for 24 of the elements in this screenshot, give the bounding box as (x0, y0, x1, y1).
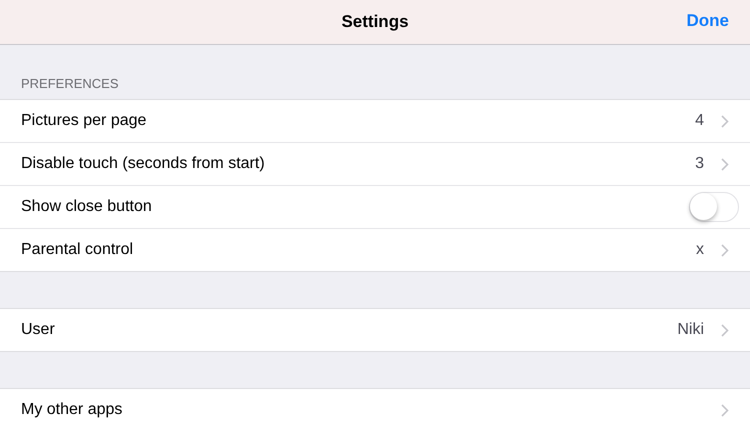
row-label: Show close button (21, 198, 152, 216)
settings-row[interactable]: My other apps (0, 389, 750, 422)
row-label: My other apps (21, 401, 122, 419)
chevron-right-icon (721, 244, 729, 256)
settings-row[interactable]: User Niki (0, 309, 750, 351)
chevron-right-icon (721, 114, 729, 128)
section-header: PREFERENCES (21, 76, 119, 91)
row-label: Parental control (21, 241, 134, 259)
row-value: 3 (695, 155, 704, 173)
row-label: Disable touch (seconds from start) (21, 155, 265, 173)
row-label: User (21, 321, 55, 339)
row-value: 4 (695, 112, 704, 130)
row-label: Pictures per page (21, 112, 146, 130)
settings-row[interactable]: Show close button (0, 185, 750, 228)
row-value: x (696, 241, 704, 259)
chevron-right-icon (721, 324, 729, 336)
settings-row[interactable]: Disable touch (seconds from start) 3 (0, 142, 750, 185)
window-title: Settings (341, 12, 409, 32)
row-value: Niki (677, 321, 704, 339)
settings-row[interactable]: Parental control x (0, 228, 750, 271)
chevron-right-icon (721, 158, 729, 170)
settings-row[interactable]: Pictures per page 4 (0, 100, 750, 142)
toggle-switch[interactable] (689, 192, 739, 222)
chevron-right-icon (721, 404, 729, 416)
